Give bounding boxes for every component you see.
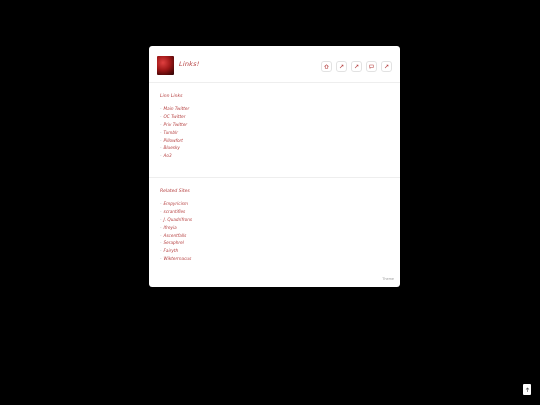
list-item[interactable]: - Ascentfalls [160,232,192,240]
section-divider [149,177,400,178]
related-sites-list: - Empyricism - scrantifles - J. Quadrifrons… [160,200,192,263]
list-item[interactable]: - Priv Twitter [160,121,189,129]
list-item[interactable]: - Tumblr [160,129,189,137]
list-item[interactable]: - Wikterrnacus [160,255,192,263]
list-item[interactable]: - Empyricism [160,200,192,208]
list-item[interactable]: - Seraphrel [160,239,192,247]
list-item[interactable]: - Bluesky [160,144,189,152]
header-icon-bar [321,61,392,72]
section-title-related-sites: Related Sites [160,189,190,194]
list-item[interactable]: - Pillowfort [160,137,189,145]
scroll-top-button[interactable] [523,384,531,395]
link-icon[interactable] [381,61,392,72]
list-item[interactable]: - Main Twitter [160,105,189,113]
list-item[interactable]: - scrantifles [160,208,192,216]
arrow-up-icon [525,387,529,392]
links-card: Links! Linn Links - Main Twitter - OC Twit… [149,46,400,287]
theme-credit[interactable]: Theme [382,277,394,281]
link-icon[interactable] [336,61,347,72]
list-item[interactable]: - Ifreyia [160,224,192,232]
section-title-linn-links: Linn Links [160,94,183,99]
list-item[interactable]: - Fairyth [160,247,192,255]
avatar [157,56,174,75]
card-header: Links! [149,46,400,83]
home-icon[interactable] [321,61,332,72]
page-title: Links! [179,60,200,68]
link-icon[interactable] [351,61,362,72]
chat-icon[interactable] [366,61,377,72]
list-item[interactable]: - OC Twitter [160,113,189,121]
linn-links-list: - Main Twitter - OC Twitter - Priv Twitter … [160,105,189,160]
list-item[interactable]: - Ao3 [160,152,189,160]
list-item[interactable]: - J. Quadrifrons [160,216,192,224]
